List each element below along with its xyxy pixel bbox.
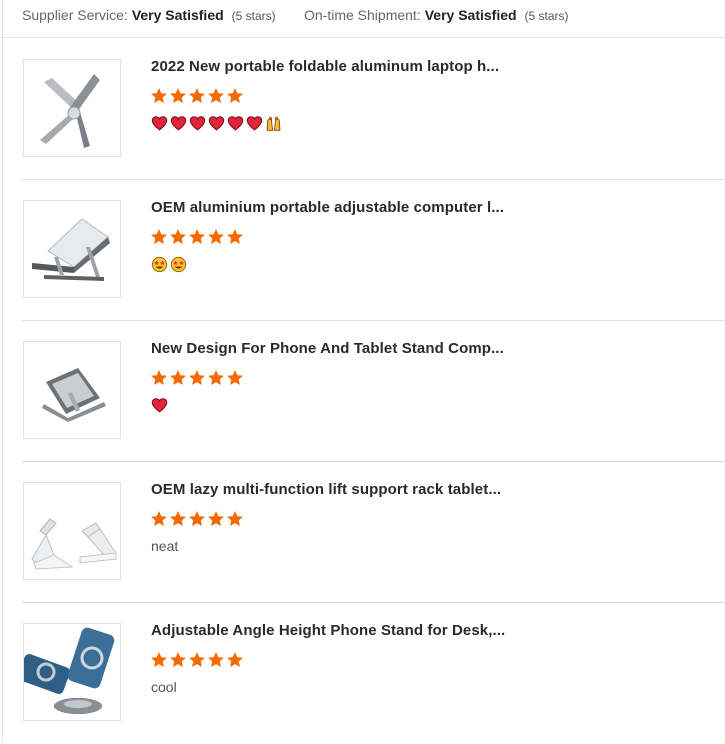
magnetic-phone-stand-image xyxy=(24,624,120,720)
product-title-link[interactable]: 2022 New portable foldable aluminum lapt… xyxy=(151,58,499,75)
product-thumbnail[interactable] xyxy=(23,623,121,721)
supplier-service-rating: Supplier Service: Very Satisfied (5 stars) xyxy=(22,7,276,23)
star-icon xyxy=(170,652,186,668)
star-icon xyxy=(151,229,167,245)
review-item: New Design For Phone And Tablet Stand Co… xyxy=(22,321,725,462)
review-comment: cool xyxy=(151,679,177,695)
product-title-link[interactable]: OEM lazy multi-function lift support rac… xyxy=(151,481,501,498)
star-icon xyxy=(151,652,167,668)
star-icon xyxy=(227,511,243,527)
emoji-comment xyxy=(151,115,284,133)
foldable-laptop-stand-image xyxy=(24,201,120,297)
star-icon xyxy=(189,652,205,668)
tablet-stand-image xyxy=(24,342,120,438)
review-item: Adjustable Angle Height Phone Stand for … xyxy=(22,603,725,744)
review-item: OEM lazy multi-function lift support rac… xyxy=(22,462,725,603)
star-icon xyxy=(208,229,224,245)
star-icon xyxy=(151,88,167,104)
star-icon xyxy=(151,511,167,527)
star-struck-emoji-icon xyxy=(151,256,168,273)
product-thumbnail[interactable] xyxy=(23,341,121,439)
star-struck-emoji-icon xyxy=(170,256,187,273)
review-item: OEM aluminium portable adjustable comput… xyxy=(22,180,725,321)
star-icon xyxy=(170,88,186,104)
star-icon xyxy=(189,370,205,386)
on-time-shipment-value: Very Satisfied xyxy=(424,7,517,23)
supplier-service-stars: (5 stars) xyxy=(231,9,276,23)
review-comment: neat xyxy=(151,538,179,554)
star-rating xyxy=(150,87,245,107)
star-icon xyxy=(170,229,186,245)
heart-emoji-icon xyxy=(151,398,168,413)
heart-emoji-icon xyxy=(151,116,168,131)
star-icon xyxy=(170,511,186,527)
x-laptop-stand-image xyxy=(24,60,120,156)
star-icon xyxy=(189,511,205,527)
star-icon xyxy=(189,88,205,104)
product-title-link[interactable]: New Design For Phone And Tablet Stand Co… xyxy=(151,340,504,357)
product-thumbnail[interactable] xyxy=(23,482,121,580)
raising-hands-emoji-icon xyxy=(266,116,281,131)
star-icon xyxy=(208,511,224,527)
review-item: 2022 New portable foldable aluminum lapt… xyxy=(22,39,725,180)
star-rating xyxy=(150,510,245,530)
on-time-shipment-label: On-time Shipment: xyxy=(304,7,421,23)
star-icon xyxy=(151,370,167,386)
star-icon xyxy=(208,652,224,668)
supplier-service-value: Very Satisfied xyxy=(131,7,224,23)
emoji-comment xyxy=(151,397,170,415)
star-rating xyxy=(150,228,245,248)
heart-emoji-icon xyxy=(189,116,206,131)
star-icon xyxy=(227,229,243,245)
product-thumbnail[interactable] xyxy=(23,200,121,298)
on-time-shipment-stars: (5 stars) xyxy=(524,9,569,23)
star-icon xyxy=(208,370,224,386)
star-rating xyxy=(150,651,245,671)
star-icon xyxy=(227,652,243,668)
supplier-service-label: Supplier Service: xyxy=(22,7,128,23)
star-rating xyxy=(150,369,245,389)
heart-emoji-icon xyxy=(227,116,244,131)
heart-emoji-icon xyxy=(170,116,187,131)
rating-summary-bar: Supplier Service: Very Satisfied (5 stars)… xyxy=(0,0,725,38)
product-thumbnail[interactable] xyxy=(23,59,121,157)
star-icon xyxy=(227,370,243,386)
product-title-link[interactable]: Adjustable Angle Height Phone Stand for … xyxy=(151,622,505,639)
product-title-link[interactable]: OEM aluminium portable adjustable comput… xyxy=(151,199,504,216)
heart-emoji-icon xyxy=(246,116,263,131)
star-icon xyxy=(208,88,224,104)
star-icon xyxy=(227,88,243,104)
left-border xyxy=(2,0,3,742)
phone-holder-image xyxy=(24,483,120,579)
emoji-comment xyxy=(151,256,189,274)
star-icon xyxy=(170,370,186,386)
star-icon xyxy=(189,229,205,245)
heart-emoji-icon xyxy=(208,116,225,131)
on-time-shipment-rating: On-time Shipment: Very Satisfied (5 stars) xyxy=(304,7,569,23)
